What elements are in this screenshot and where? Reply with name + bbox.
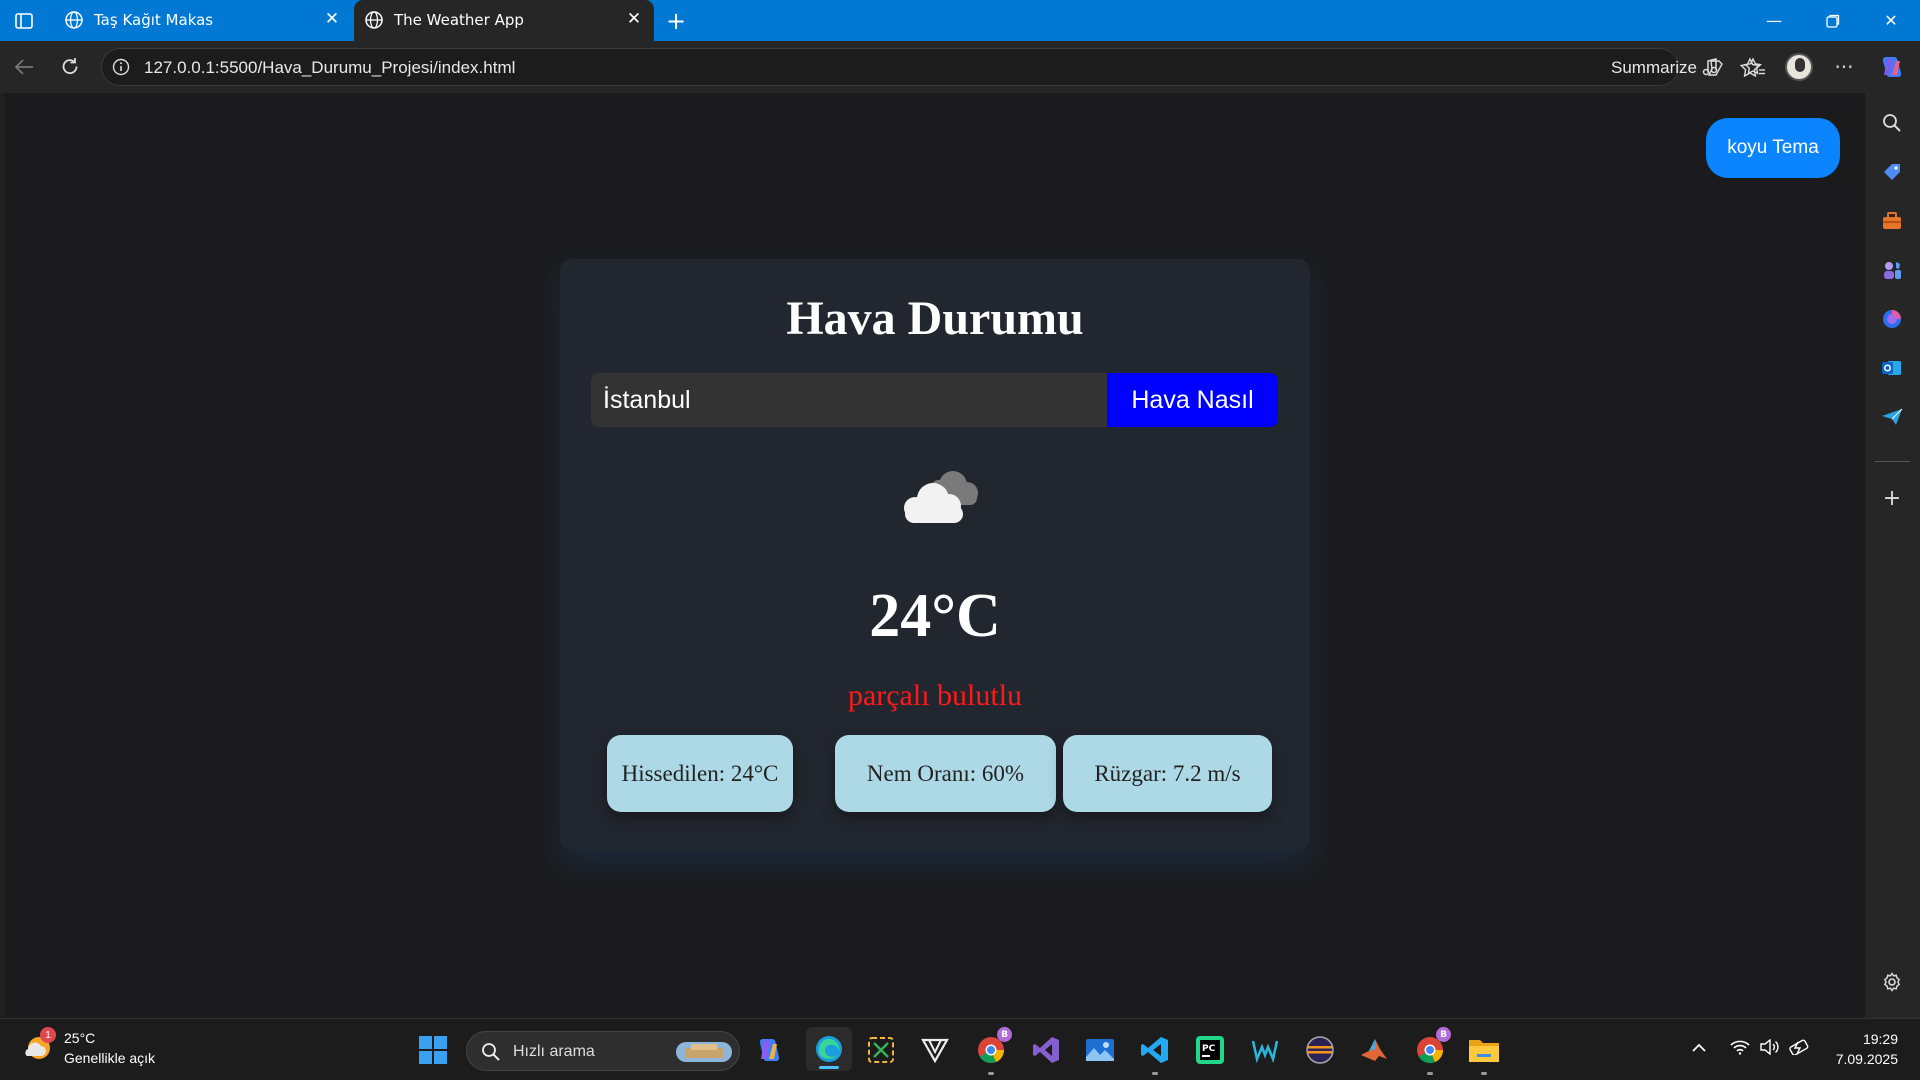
site-info-icon[interactable]: [112, 58, 130, 76]
url-text[interactable]: 127.0.0.1:5500/Hava_Durumu_Projesi/index…: [144, 58, 515, 78]
games-icon[interactable]: [1877, 255, 1907, 285]
summarize-button[interactable]: Summarize: [1611, 58, 1697, 78]
temperature-value: 24°C: [869, 582, 1001, 650]
globe-icon: [365, 11, 383, 29]
tab-tas-kagit-makas[interactable]: Taş Kağıt Makas ✕: [54, 0, 352, 41]
taskbar-weather-temp: 25°C: [64, 1030, 96, 1046]
search-highlight-icon: [676, 1042, 732, 1062]
photos-app-icon[interactable]: [1083, 1033, 1117, 1067]
minimize-icon[interactable]: —: [1745, 0, 1803, 41]
search-row: Hava Nasıl: [591, 373, 1278, 427]
browser-sidebar: +: [1865, 93, 1920, 1018]
taskbar-weather-condition: Genellikle açık: [64, 1050, 156, 1066]
copilot-sidebar-icon[interactable]: [1877, 304, 1907, 334]
vscode-app-icon[interactable]: [1138, 1033, 1172, 1075]
clock-date[interactable]: 7.09.2025: [1800, 1051, 1898, 1067]
eclipse-app-icon[interactable]: [1303, 1033, 1337, 1067]
tab-actions-icon[interactable]: [12, 10, 36, 32]
close-tab-icon[interactable]: ✕: [322, 9, 342, 29]
windows-logo-icon: [419, 1036, 447, 1064]
show-hidden-icons-icon[interactable]: [1691, 1039, 1707, 1058]
search-button[interactable]: Hava Nasıl: [1107, 373, 1278, 427]
more-options-icon[interactable]: ···: [1828, 51, 1860, 83]
running-app-indicator: [1427, 1072, 1433, 1075]
cloud-icon: [904, 471, 978, 523]
copilot-icon[interactable]: [1876, 51, 1908, 83]
pycharm-app-icon[interactable]: PC: [1193, 1033, 1227, 1067]
page-title: Hava Durumu: [786, 292, 1084, 345]
tab-title: The Weather App: [394, 11, 524, 29]
humidity-card: Nem Oranı: 60%: [835, 735, 1056, 812]
restore-icon[interactable]: [1804, 0, 1862, 41]
chrome-app-icon[interactable]: B: [974, 1027, 1012, 1075]
shopping-tag-icon[interactable]: [1877, 157, 1907, 187]
weather-card: Hava Durumu Hava Nasıl 24°C parçalı bulu…: [560, 259, 1310, 850]
badge-count: 1: [45, 1029, 51, 1041]
tab-strip: Taş Kağıt Makas ✕ The Weather App ✕ + — …: [0, 0, 1920, 41]
svg-text:PC: PC: [1202, 1044, 1216, 1054]
globe-icon: [65, 11, 83, 29]
close-window-icon[interactable]: ✕: [1862, 0, 1920, 41]
taskbar-search-placeholder: Hızlı arama: [513, 1043, 595, 1060]
start-button[interactable]: [418, 1035, 448, 1065]
profile-badge-icon: B: [997, 1027, 1012, 1042]
address-bar[interactable]: 127.0.0.1:5500/Hava_Durumu_Projesi/index…: [101, 48, 1761, 86]
running-app-indicator: [1152, 1072, 1158, 1075]
tab-title: Taş Kağıt Makas: [94, 11, 214, 29]
copilot-app-icon[interactable]: [752, 1033, 786, 1067]
refresh-icon[interactable]: [54, 51, 86, 83]
tab-the-weather-app[interactable]: The Weather App ✕: [354, 0, 654, 41]
search-icon[interactable]: [1877, 108, 1907, 138]
sidebar-divider: [1875, 461, 1910, 462]
profile-avatar[interactable]: [1783, 51, 1815, 83]
telegram-send-icon[interactable]: [1877, 402, 1907, 432]
theme-toggle-button[interactable]: koyu Tema: [1706, 118, 1840, 178]
vectorworks-app-icon[interactable]: [918, 1033, 952, 1067]
close-tab-icon[interactable]: ✕: [624, 9, 644, 29]
profile-badge-icon: B: [1436, 1027, 1451, 1042]
running-app-indicator: [988, 1072, 994, 1075]
tools-briefcase-icon[interactable]: [1877, 206, 1907, 236]
volume-icon[interactable]: [1760, 1038, 1780, 1059]
add-sidebar-app-icon[interactable]: +: [1877, 483, 1907, 513]
wamp-app-icon[interactable]: [1248, 1033, 1282, 1067]
city-input[interactable]: [591, 373, 1107, 427]
settings-gear-icon[interactable]: [1877, 967, 1907, 997]
new-tab-icon[interactable]: +: [663, 7, 689, 35]
edge-app-icon[interactable]: [806, 1027, 852, 1071]
visual-studio-app-icon[interactable]: [1029, 1033, 1063, 1067]
running-app-indicator: [1481, 1072, 1487, 1075]
snipping-tool-app-icon[interactable]: [864, 1033, 898, 1067]
matlab-app-icon[interactable]: [1357, 1033, 1391, 1067]
windows-taskbar: 1 25°C Genellikle açık Hızlı arama B PC: [0, 1018, 1920, 1080]
clock-time[interactable]: 19:29: [1810, 1031, 1898, 1047]
taskbar-search[interactable]: Hızlı arama: [466, 1031, 740, 1071]
active-app-indicator: [819, 1066, 839, 1069]
wifi-icon[interactable]: [1730, 1039, 1750, 1059]
back-icon[interactable]: [8, 51, 40, 83]
page-viewport: koyu Tema Hava Durumu Hava Nasıl 24°C pa…: [5, 93, 1865, 1018]
weather-notification-badge: 1: [40, 1027, 56, 1043]
file-explorer-app-icon[interactable]: [1467, 1033, 1501, 1075]
wind-card: Rüzgar: 7.2 m/s: [1063, 735, 1272, 812]
feels-like-card: Hissedilen: 24°C: [607, 735, 793, 812]
read-aloud-icon[interactable]: [1694, 51, 1726, 83]
browser-toolbar: 127.0.0.1:5500/Hava_Durumu_Projesi/index…: [0, 41, 1920, 93]
search-icon: [482, 1043, 500, 1061]
chrome-profile-app-icon[interactable]: B: [1413, 1027, 1451, 1075]
outlook-icon[interactable]: [1877, 353, 1907, 383]
favorites-icon[interactable]: [1739, 51, 1771, 83]
weather-description: parçalı bulutlu: [847, 679, 1023, 712]
